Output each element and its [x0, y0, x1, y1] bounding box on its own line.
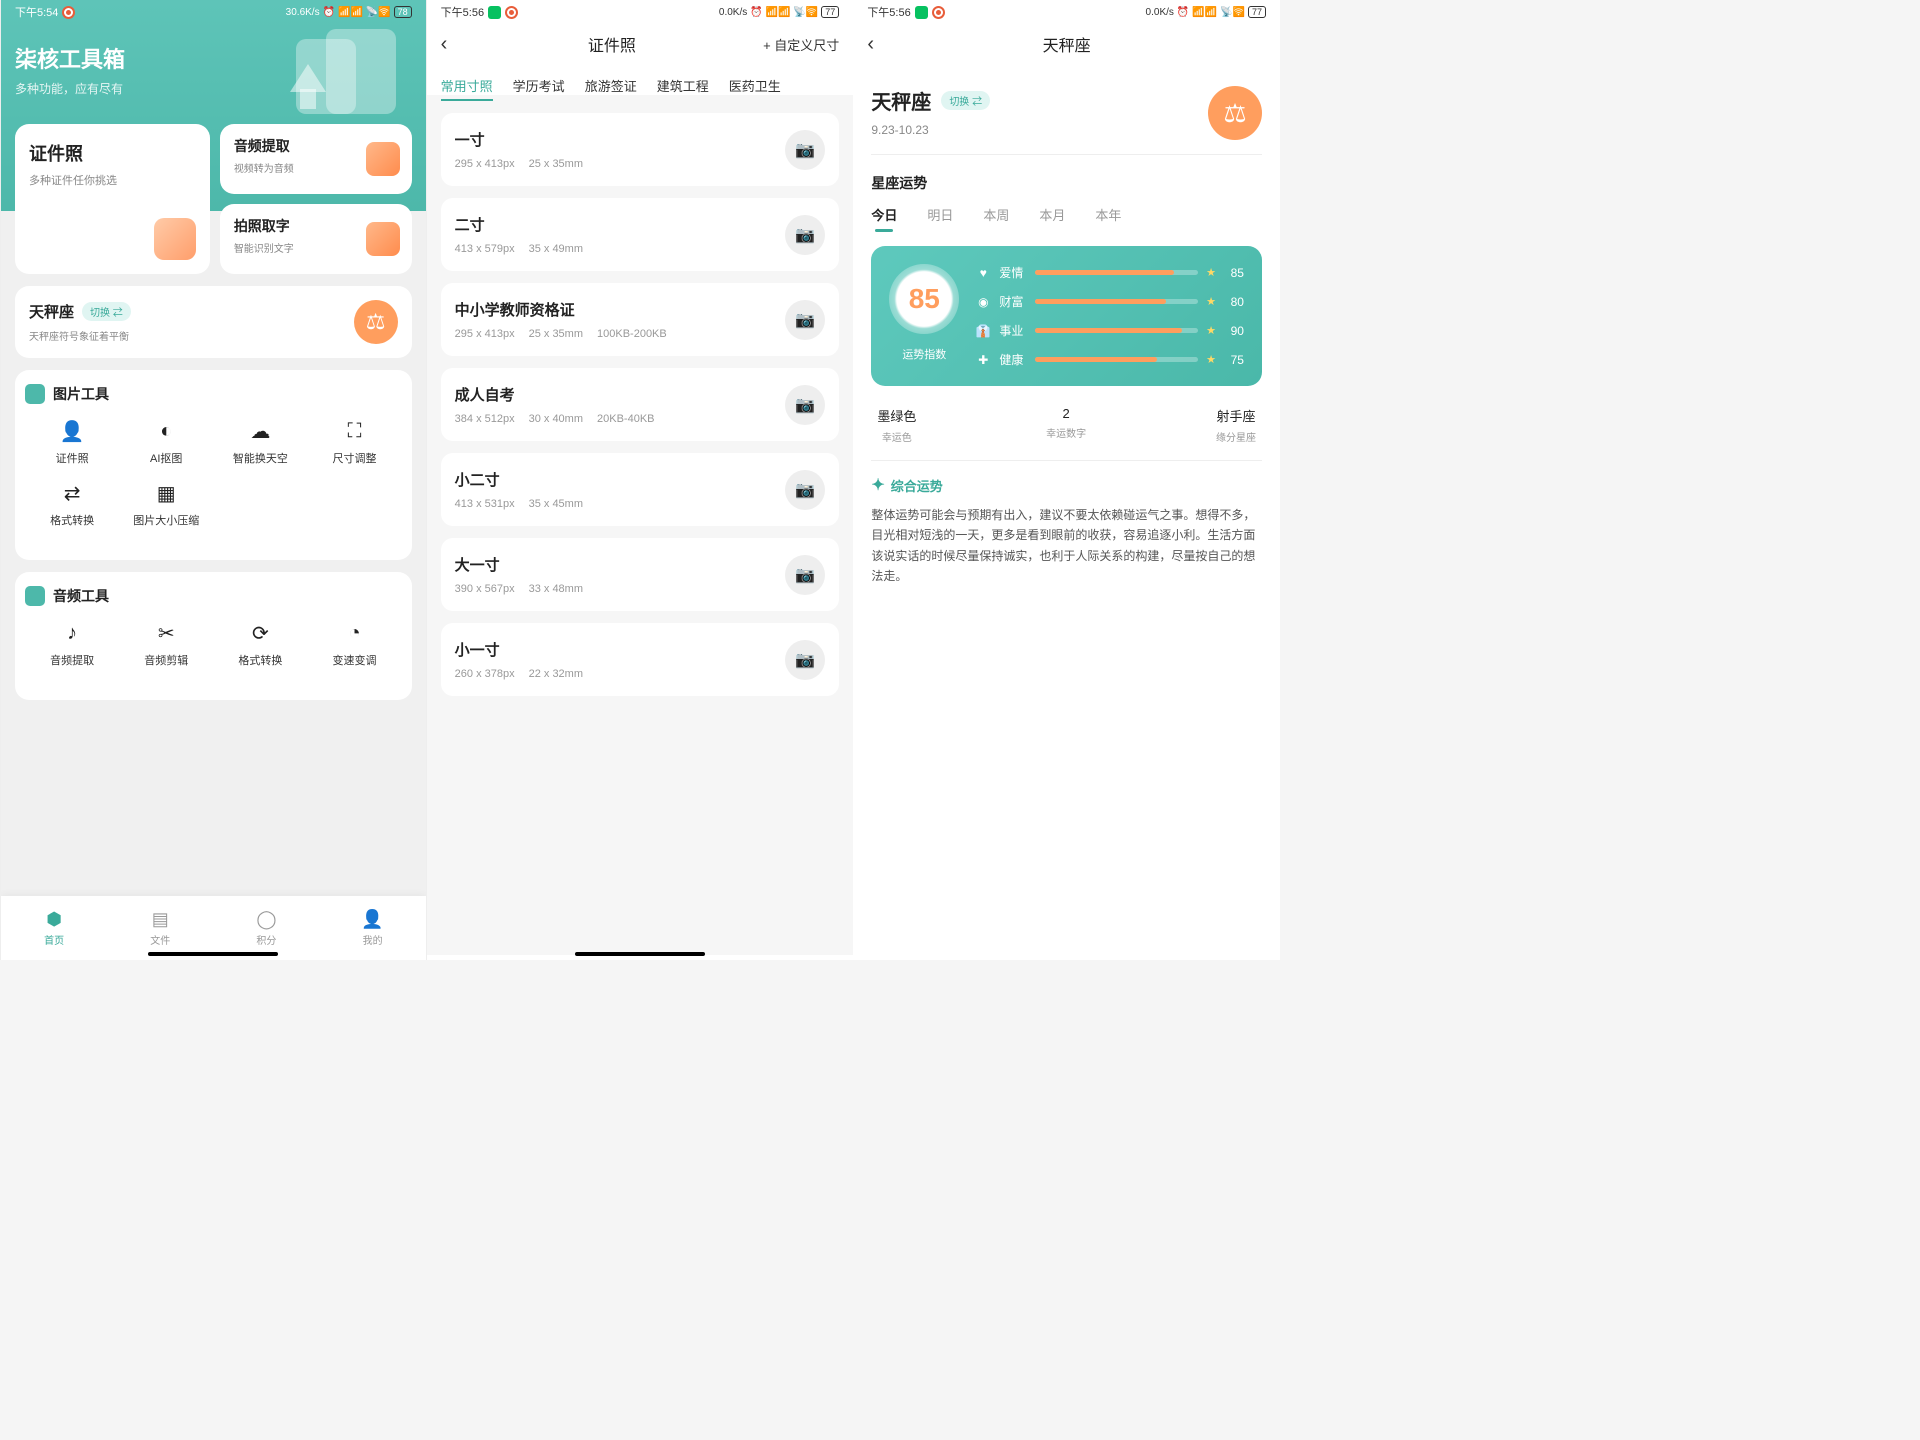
- tool-icon: ◐: [153, 418, 179, 444]
- tool-icon: ⛶: [342, 418, 368, 444]
- tool-icon: ✂: [153, 620, 179, 646]
- audio-section-icon: [25, 586, 45, 606]
- fortune-card: 85 运势指数 ♥爱情★85◉财富★80👔事业★90✚健康★75: [871, 246, 1262, 386]
- period-tab-0[interactable]: 今日: [871, 205, 897, 232]
- status-bar: 下午5:56 0.0K/s⏰📶📶 📡🛜77: [427, 0, 854, 24]
- id-photo-card[interactable]: 证件照 多种证件任你挑选: [15, 124, 210, 274]
- tab-1[interactable]: 学历考试: [513, 76, 565, 95]
- nav-points[interactable]: ◯积分: [213, 896, 319, 960]
- period-tab-2[interactable]: 本周: [983, 205, 1009, 232]
- app-indicator-icon: [932, 6, 945, 19]
- analysis-icon: ✦: [871, 475, 884, 495]
- camera-icon: 📷: [785, 385, 825, 425]
- tool-icon: ◔: [342, 620, 368, 646]
- camera-icon: 📷: [785, 470, 825, 510]
- libra-icon: ⚖: [1208, 86, 1262, 140]
- analysis-title: 综合运势: [891, 476, 943, 495]
- camera-icon: 📷: [785, 640, 825, 680]
- tool-icon: ⇄: [59, 480, 85, 506]
- tool-icon: ☁: [247, 418, 273, 444]
- tool-icon: 👤: [59, 418, 85, 444]
- zodiac-card[interactable]: 天秤座 切换 ⇄ 天秤座符号象征着平衡 ⚖: [15, 286, 412, 358]
- period-tab-1[interactable]: 明日: [927, 205, 953, 232]
- switch-zodiac-button[interactable]: 切换 ⇄: [82, 302, 131, 321]
- back-button[interactable]: ‹: [867, 33, 887, 56]
- back-button[interactable]: ‹: [441, 33, 461, 56]
- status-bar: 下午5:56 0.0K/s⏰📶📶 📡🛜77: [853, 0, 1280, 24]
- tool-item[interactable]: ☁智能换天空: [213, 418, 307, 466]
- tool-item[interactable]: ◐AI抠图: [119, 418, 213, 466]
- fortune-metric: 👔事业★90: [975, 322, 1244, 339]
- app-indicator-icon: [505, 6, 518, 19]
- bottom-nav: ⬢首页 ▤文件 ◯积分 👤我的: [1, 896, 426, 960]
- audio-extract-card[interactable]: 音频提取 视频转为音频: [220, 124, 412, 194]
- photo-size-item[interactable]: 一寸295 x 413px25 x 35mm📷: [441, 113, 840, 186]
- wechat-icon: [488, 6, 501, 19]
- tool-item[interactable]: ♪音频提取: [25, 620, 119, 668]
- photo-icon: [154, 218, 196, 260]
- home-icon: ⬢: [46, 909, 62, 930]
- page-title: 证件照: [588, 32, 636, 56]
- custom-size-button[interactable]: + 自定义尺寸: [763, 35, 839, 54]
- audio-icon: [366, 142, 400, 176]
- tool-icon: ▦: [153, 480, 179, 506]
- tab-2[interactable]: 旅游签证: [585, 76, 637, 95]
- tab-3[interactable]: 建筑工程: [657, 76, 709, 95]
- photo-size-item[interactable]: 成人自考384 x 512px30 x 40mm20KB-40KB📷: [441, 368, 840, 441]
- tool-icon: ♪: [59, 620, 85, 646]
- camera-icon: 📷: [785, 555, 825, 595]
- fortune-score: 85: [889, 264, 959, 334]
- photo-size-item[interactable]: 小一寸260 x 378px22 x 32mm📷: [441, 623, 840, 696]
- points-icon: ◯: [256, 909, 276, 930]
- photo-size-item[interactable]: 小二寸413 x 531px35 x 45mm📷: [441, 453, 840, 526]
- lucky-item: 墨绿色幸运色: [877, 406, 916, 444]
- fortune-metric: ✚健康★75: [975, 351, 1244, 368]
- lucky-item: 射手座缘分星座: [1216, 406, 1256, 444]
- analysis-text: 整体运势可能会与预期有出入，建议不要太依赖碰运气之事。想得不多，目光相对短浅的一…: [871, 505, 1262, 587]
- zodiac-name: 天秤座: [871, 86, 931, 115]
- image-tools-section: 图片工具 👤证件照◐AI抠图☁智能换天空⛶尺寸调整⇄格式转换▦图片大小压缩: [15, 370, 412, 560]
- fortune-metric: ◉财富★80: [975, 293, 1244, 310]
- nav-files[interactable]: ▤文件: [107, 896, 213, 960]
- ocr-card[interactable]: 拍照取字 智能识别文字: [220, 204, 412, 274]
- tool-item[interactable]: ⟳格式转换: [213, 620, 307, 668]
- nav-home[interactable]: ⬢首页: [1, 896, 107, 960]
- fortune-metric: ♥爱情★85: [975, 264, 1244, 281]
- wechat-icon: [915, 6, 928, 19]
- page-title: 天秤座: [1043, 32, 1091, 56]
- user-icon: 👤: [361, 909, 383, 930]
- image-section-icon: [25, 384, 45, 404]
- libra-icon: ⚖: [354, 300, 398, 344]
- tab-4[interactable]: 医药卫生: [729, 76, 781, 95]
- photo-size-item[interactable]: 二寸413 x 579px35 x 49mm📷: [441, 198, 840, 271]
- tool-item[interactable]: ⛶尺寸调整: [307, 418, 401, 466]
- nav-mine[interactable]: 👤我的: [320, 896, 426, 960]
- file-icon: ▤: [152, 909, 169, 930]
- tool-item[interactable]: ✂音频剪辑: [119, 620, 213, 668]
- camera-icon: 📷: [785, 215, 825, 255]
- camera-icon: 📷: [785, 300, 825, 340]
- period-tab-4[interactable]: 本年: [1095, 205, 1121, 232]
- zodiac-date: 9.23-10.23: [871, 123, 990, 137]
- switch-zodiac-button[interactable]: 切换 ⇄: [941, 91, 990, 110]
- alarm-icon: ⏰: [750, 7, 762, 18]
- tool-item[interactable]: ▦图片大小压缩: [119, 480, 213, 528]
- tool-item[interactable]: ◔变速变调: [307, 620, 401, 668]
- tool-item[interactable]: ⇄格式转换: [25, 480, 119, 528]
- lucky-item: 2幸运数字: [1046, 406, 1086, 444]
- tool-icon: ⟳: [247, 620, 273, 646]
- tool-item[interactable]: 👤证件照: [25, 418, 119, 466]
- alarm-icon: ⏰: [1177, 7, 1189, 18]
- fortune-section-title: 星座运势: [853, 155, 1280, 205]
- audio-tools-section: 音频工具 ♪音频提取✂音频剪辑⟳格式转换◔变速变调: [15, 572, 412, 700]
- camera-icon: 📷: [785, 130, 825, 170]
- photo-size-item[interactable]: 中小学教师资格证295 x 413px25 x 35mm100KB-200KB📷: [441, 283, 840, 356]
- alarm-icon: ⏰: [323, 7, 335, 18]
- photo-size-item[interactable]: 大一寸390 x 567px33 x 48mm📷: [441, 538, 840, 611]
- camera-icon: [366, 222, 400, 256]
- tab-0[interactable]: 常用寸照: [441, 76, 493, 95]
- app-indicator-icon: [62, 6, 75, 19]
- status-bar: 下午5:54 30.6K/s ⏰📶📶 📡🛜 78: [1, 0, 426, 24]
- period-tab-3[interactable]: 本月: [1039, 205, 1065, 232]
